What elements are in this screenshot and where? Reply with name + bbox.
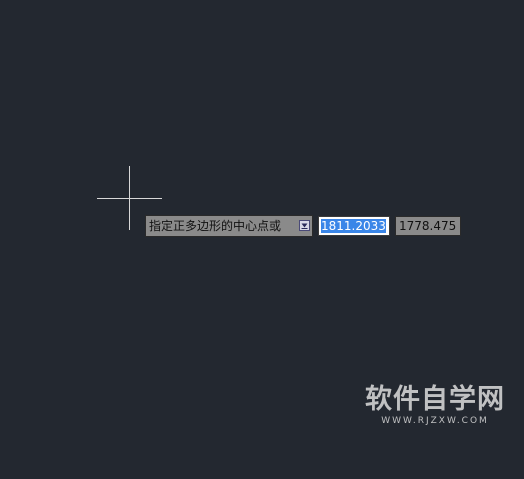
dynamic-input-prompt: 指定正多边形的中心点或	[145, 215, 313, 237]
drawing-canvas[interactable]: 指定正多边形的中心点或 1811.2033 1778.475 软件自学网 WWW…	[0, 0, 524, 479]
crosshair-vertical	[129, 166, 130, 230]
prompt-text: 指定正多边形的中心点或	[149, 219, 282, 233]
watermark: 软件自学网 WWW.RJZXW.COM	[360, 384, 510, 426]
dropdown-arrow-icon[interactable]	[299, 220, 310, 231]
x-coordinate-value: 1811.2033	[321, 219, 386, 233]
watermark-title: 软件自学网	[365, 384, 505, 415]
x-coordinate-input[interactable]: 1811.2033	[318, 216, 390, 236]
y-coordinate-value: 1778.475	[399, 219, 457, 233]
watermark-url: WWW.RJZXW.COM	[381, 416, 489, 426]
y-coordinate-input[interactable]: 1778.475	[395, 216, 461, 236]
